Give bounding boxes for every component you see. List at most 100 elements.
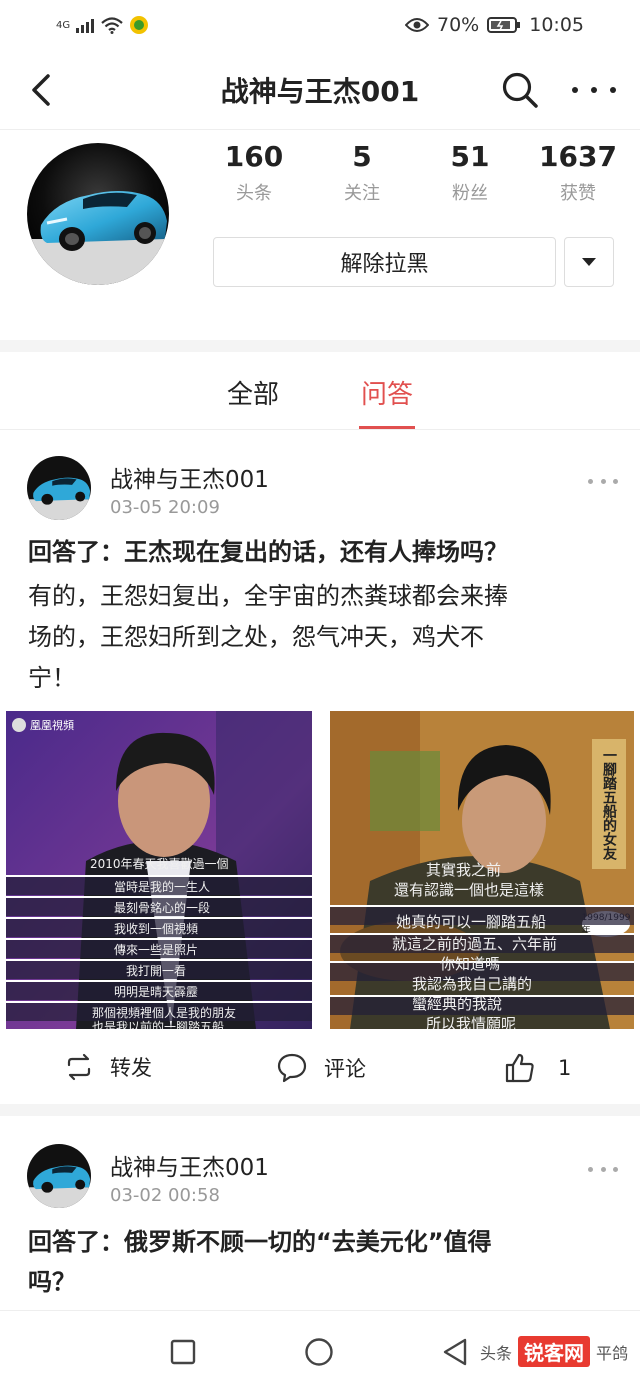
watermark: 头条 锐客网 平鸽 xyxy=(480,1336,628,1367)
content-tabs: 全部 问答 xyxy=(0,352,640,430)
subtitle-text: 傳來一些是照片 xyxy=(114,943,199,957)
dot-icon xyxy=(588,1166,593,1172)
dot-icon xyxy=(613,1166,618,1172)
sports-car-image xyxy=(27,456,91,520)
share-label: 转发 xyxy=(110,1056,152,1080)
status-bar: 4G 70% 10:05 xyxy=(0,0,640,50)
subtitle-text: 最刻骨銘心的一段 xyxy=(114,901,211,915)
recent-apps-button[interactable] xyxy=(170,1339,196,1369)
post-actions: 转发 评论 1 xyxy=(0,1040,640,1100)
channel-logo: 凰凰視頻 xyxy=(12,717,74,733)
channel-logo-icon xyxy=(12,718,26,732)
comment-button[interactable]: 评论 xyxy=(276,1052,366,1084)
dot-icon xyxy=(591,87,597,93)
stat-value: 160 xyxy=(224,140,284,173)
triangle-back-icon xyxy=(443,1338,467,1366)
subtitle-text: 其實我之前 xyxy=(426,861,502,879)
tab-qa[interactable]: 问答 xyxy=(358,352,416,429)
like-button[interactable]: 1 xyxy=(504,1052,571,1084)
stat-value: 51 xyxy=(450,140,490,173)
share-button[interactable]: 转发 xyxy=(64,1052,152,1082)
profile-avatar[interactable] xyxy=(27,143,169,285)
stat-value: 5 xyxy=(352,140,372,173)
question-line: 吗？ xyxy=(28,1268,76,1296)
subtitle-text: 蠻經典的我說 xyxy=(412,995,503,1013)
profile-stats: 160 头条 5 关注 51 粉丝 1637 获赞 xyxy=(200,140,632,205)
post-divider xyxy=(0,1104,640,1116)
system-back-button[interactable] xyxy=(440,1337,470,1371)
battery-percent: 70% xyxy=(437,14,480,36)
answer-line: 场的，王怨妇所到之处，怨气冲天，鸡犬不 xyxy=(28,623,484,651)
network-type: 4G xyxy=(56,19,71,31)
post-author-avatar[interactable] xyxy=(27,1144,91,1208)
stat-label: 获赞 xyxy=(560,183,596,204)
stat-likes[interactable]: 1637 获赞 xyxy=(524,140,632,205)
search-button[interactable] xyxy=(500,70,540,110)
dot-icon xyxy=(600,478,606,484)
stat-label: 关注 xyxy=(344,183,380,204)
post-question[interactable]: 回答了：王杰现在复出的话，还有人捧场吗？ xyxy=(28,532,618,572)
top-nav: 战神与王杰001 xyxy=(0,50,640,130)
subtitle-text: 2010年春天我喜歡過一個 xyxy=(90,857,229,871)
sports-car-image xyxy=(27,143,169,285)
dot-icon xyxy=(572,87,578,93)
clock: 10:05 xyxy=(529,14,584,36)
show-caption: 一腳踏五船的女友 xyxy=(592,739,626,869)
status-right: 70% 10:05 xyxy=(405,14,584,36)
subtitle-text: 也是我以前的一腳踏五船 xyxy=(92,1020,225,1029)
question-line: 回答了：俄罗斯不顾一切的“去美元化”值得 xyxy=(28,1228,492,1256)
back-arrow-icon xyxy=(32,74,50,106)
home-button[interactable] xyxy=(304,1337,334,1371)
repost-icon xyxy=(67,1053,91,1081)
stat-headlines[interactable]: 160 头条 xyxy=(200,140,308,205)
comment-label: 评论 xyxy=(324,1057,366,1081)
like-count: 1 xyxy=(558,1056,572,1080)
subtitle-text: 她真的可以一腳踏五船 xyxy=(396,913,547,931)
app-notification-icon xyxy=(130,16,149,34)
unblock-button[interactable]: 解除拉黑 xyxy=(213,237,556,287)
post-image-left[interactable]: 凰凰視頻 2010年春天我喜歡過一個 當時是我的一生人 最刻骨銘心的一段 我收到… xyxy=(6,711,312,1029)
watermark-suffix: 平鸽 xyxy=(595,1343,628,1363)
subtitle-text: 當時是我的一生人 xyxy=(114,880,211,894)
watermark-prefix: 头条 xyxy=(479,1343,512,1363)
back-button[interactable] xyxy=(26,72,62,108)
thumbs-up-icon xyxy=(505,1053,534,1083)
tab-all[interactable]: 全部 xyxy=(227,352,279,429)
eye-comfort-icon xyxy=(405,18,429,32)
subtitle-text: 你知道嗎 xyxy=(440,955,501,973)
post-more-button[interactable] xyxy=(588,1164,618,1174)
stat-followers[interactable]: 51 粉丝 xyxy=(416,140,524,205)
section-divider xyxy=(0,340,640,352)
dot-icon xyxy=(588,478,593,484)
subtitle-text: 我打開一看 xyxy=(126,964,187,978)
subtitle-text: 就這之前的過五、六年前 xyxy=(392,935,558,953)
post-more-button[interactable] xyxy=(588,476,618,486)
status-left: 4G xyxy=(56,16,149,34)
post-author-name[interactable]: 战神与王杰001 xyxy=(110,460,269,494)
dot-icon xyxy=(613,478,618,484)
wifi-icon xyxy=(101,17,123,34)
profile-dropdown-button[interactable] xyxy=(564,237,614,287)
subtitle-text: 明明是晴天霹靂 xyxy=(114,985,199,999)
dot-icon xyxy=(610,87,616,93)
subtitle-text: 還有認識一個也是這樣 xyxy=(394,881,545,899)
post-answer[interactable]: 有的，王怨妇复出，全宇宙的杰粪球都会来捧 场的，王怨妇所到之处，怨气冲天，鸡犬不… xyxy=(28,576,612,699)
subtitle-text: 我收到一個視頻 xyxy=(114,922,199,936)
post-time: 03-02 00:58 xyxy=(110,1185,220,1206)
signal-icon xyxy=(76,17,95,33)
channel-logo-text: 凰凰視頻 xyxy=(30,719,74,732)
post-author-name[interactable]: 战神与王杰001 xyxy=(110,1148,269,1182)
sports-car-image xyxy=(27,1144,91,1208)
post-image-right[interactable]: 一腳踏五船的女友 1998/1999年 其實我之前 還有認識一個也是這樣 她真的… xyxy=(330,711,634,1029)
more-options-button[interactable] xyxy=(572,74,616,106)
subtitle-text: 所以我情願呢 xyxy=(426,1015,517,1029)
stat-value: 1637 xyxy=(539,140,617,173)
page-title: 战神与王杰001 xyxy=(220,74,420,108)
answer-line: 有的，王怨妇复出，全宇宙的杰粪球都会来捧 xyxy=(28,582,508,610)
post-time: 03-05 20:09 xyxy=(110,497,220,518)
comment-icon xyxy=(277,1053,307,1083)
post-author-avatar[interactable] xyxy=(27,456,91,520)
stat-following[interactable]: 5 关注 xyxy=(308,140,416,205)
post-question[interactable]: 回答了：俄罗斯不顾一切的“去美元化”值得 吗？ xyxy=(28,1222,618,1302)
dot-icon xyxy=(600,1166,606,1172)
